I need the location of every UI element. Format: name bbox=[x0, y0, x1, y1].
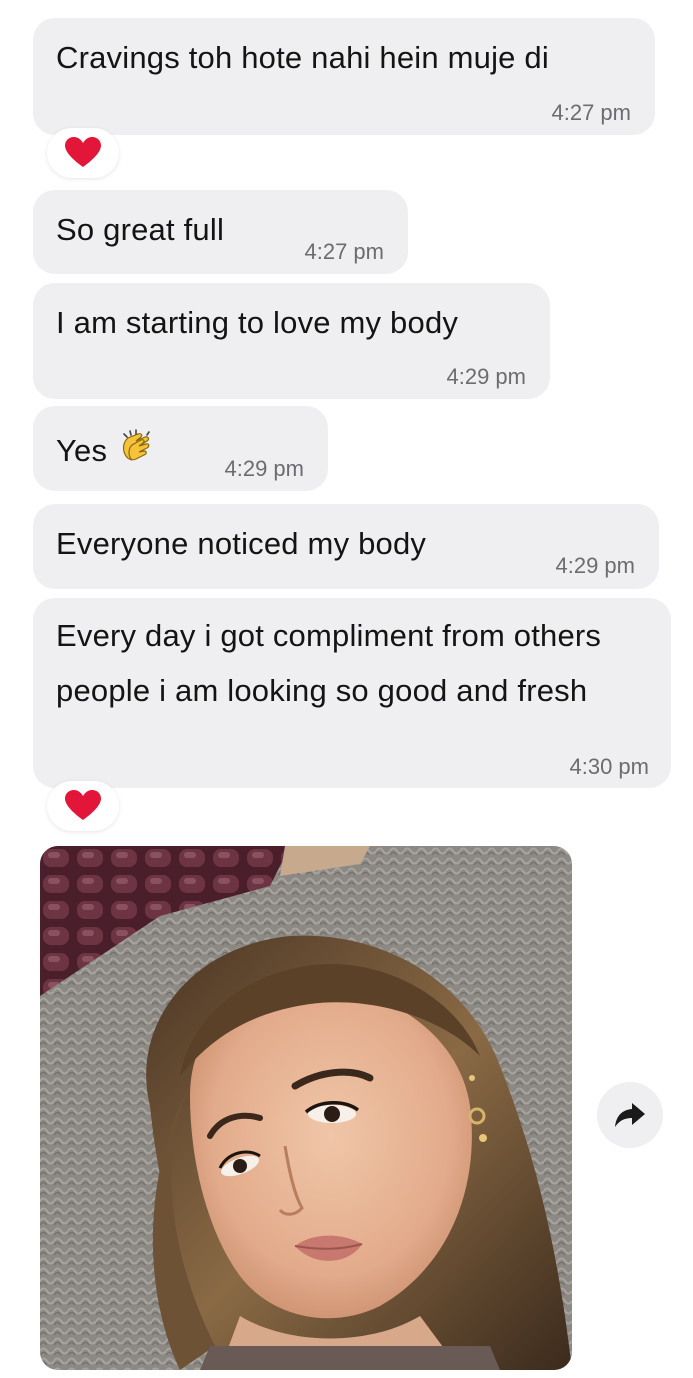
message-timestamp: 4:27 pm bbox=[304, 239, 385, 264]
clapping-hands-icon bbox=[116, 428, 158, 478]
message-timestamp: 4:30 pm bbox=[569, 754, 650, 779]
message-timestamp: 4:29 pm bbox=[446, 364, 527, 389]
message-timestamp: 4:29 pm bbox=[224, 456, 305, 481]
message-bubble[interactable]: I am starting to love my body 4:29 pm bbox=[33, 283, 550, 399]
message-bubble[interactable]: So great full 4:27 pm bbox=[33, 190, 408, 274]
message-text: Cravings toh hote nahi hein muje di bbox=[56, 40, 549, 75]
selfie-photo bbox=[40, 846, 572, 1370]
heart-icon bbox=[65, 137, 101, 167]
message-bubble[interactable]: Yes 4:29 pm bbox=[33, 406, 328, 491]
message-text: So great full bbox=[56, 212, 225, 247]
message-text: Every day i got compliment from others p… bbox=[56, 618, 602, 708]
forward-arrow-icon bbox=[615, 1103, 645, 1127]
photo-attachment[interactable] bbox=[40, 846, 572, 1370]
heart-reaction[interactable] bbox=[47, 128, 119, 178]
message-text: Yes bbox=[56, 428, 158, 478]
message-bubble[interactable]: Every day i got compliment from others p… bbox=[33, 598, 671, 788]
message-text: I am starting to love my body bbox=[56, 305, 459, 340]
message-timestamp: 4:27 pm bbox=[551, 100, 632, 125]
heart-reaction[interactable] bbox=[47, 781, 119, 831]
forward-button[interactable] bbox=[597, 1082, 663, 1148]
message-bubble[interactable]: Everyone noticed my body 4:29 pm bbox=[33, 504, 659, 589]
heart-icon bbox=[65, 790, 101, 820]
message-text: Everyone noticed my body bbox=[56, 526, 427, 561]
message-bubble[interactable]: Cravings toh hote nahi hein muje di 4:27… bbox=[33, 18, 655, 135]
message-text-content: Yes bbox=[56, 433, 108, 469]
message-timestamp: 4:29 pm bbox=[555, 553, 636, 578]
